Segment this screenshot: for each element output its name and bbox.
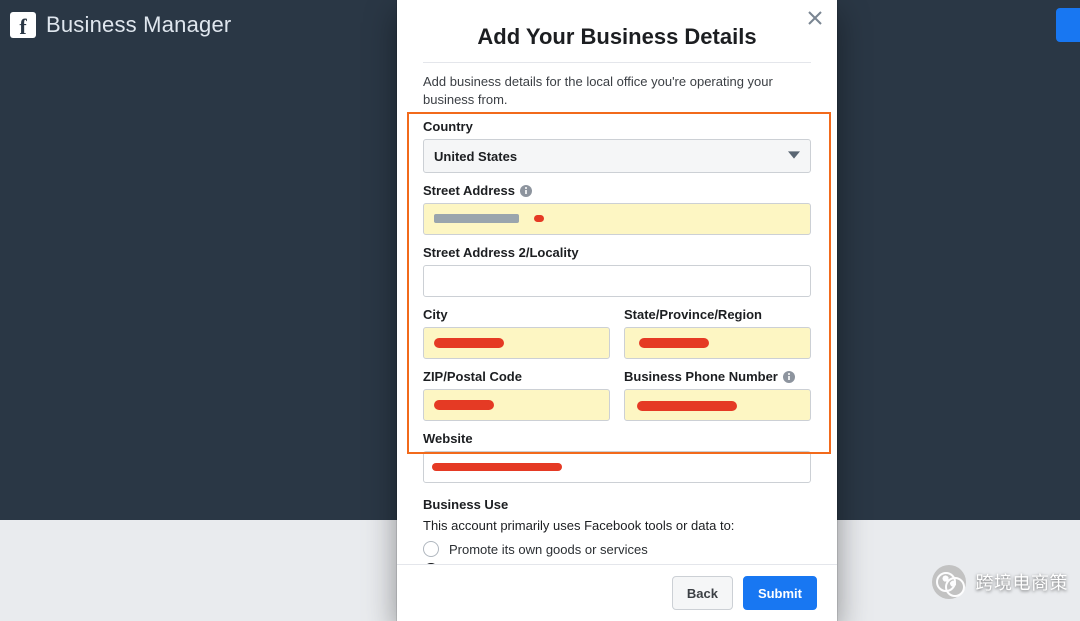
city-input[interactable] [423,327,610,359]
radio-icon[interactable] [423,541,439,557]
back-button[interactable]: Back [672,576,733,610]
country-label: Country [423,119,811,134]
street1-input[interactable] [423,203,811,235]
info-icon[interactable] [783,371,795,383]
street1-label: Street Address [423,183,811,198]
business-use-label: Business Use [423,497,811,512]
website-input[interactable] [423,451,811,483]
form: Country United States Street Address Str… [423,119,811,483]
modal-description: Add business details for the local offic… [423,73,811,109]
create-button[interactable] [1056,8,1080,42]
chevron-down-icon [788,149,800,164]
modal-footer: Back Submit [397,564,837,621]
modal-title: Add Your Business Details [397,24,837,50]
state-label: State/Province/Region [624,307,811,322]
submit-button[interactable]: Submit [743,576,817,610]
zip-input[interactable] [423,389,610,421]
business-use-desc: This account primarily uses Facebook too… [423,518,811,533]
country-value: United States [434,149,517,164]
city-label: City [423,307,610,322]
top-bar: f Business Manager [10,12,231,38]
info-icon[interactable] [520,185,532,197]
business-details-modal: Add Your Business Details Add business d… [397,0,837,621]
country-select[interactable]: United States [423,139,811,173]
wechat-icon [932,565,966,599]
app-title: Business Manager [46,12,231,38]
website-label: Website [423,431,811,446]
phone-input[interactable] [624,389,811,421]
divider [423,62,811,63]
state-input[interactable] [624,327,811,359]
close-icon[interactable] [803,6,827,30]
watermark: 跨境电商策 [932,565,1069,599]
street2-input[interactable] [423,265,811,297]
option-promote[interactable]: Promote its own goods or services [423,541,811,557]
facebook-logo-icon: f [10,12,36,38]
zip-label: ZIP/Postal Code [423,369,610,384]
phone-label: Business Phone Number [624,369,811,384]
street2-label: Street Address 2/Locality [423,245,811,260]
